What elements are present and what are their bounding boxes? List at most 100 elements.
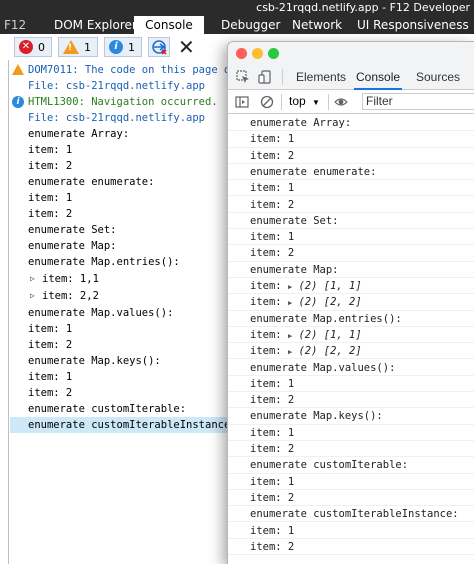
console-message: enumerate Array: [250,117,352,129]
console-array-row[interactable]: item: ▶ (2) [1, 1] [228,327,474,344]
console-message: item: 1 [28,192,73,204]
f12-titlebar: csb-21rqqd.netlify.app - F12 Developer [0,0,474,16]
console-log-row: item: 2 [228,245,474,262]
console-log-row: item: 2 [10,337,230,353]
expand-triangle-icon[interactable]: ▶ [288,283,292,291]
expand-triangle-icon[interactable]: ▷ [30,271,35,287]
console-left-border [8,60,9,564]
console-log-row: enumerate enumerate: [10,174,230,190]
console-array-row[interactable]: item: ▶ (2) [2, 2] [228,294,474,311]
console-message: enumerate customIterableInstance: [28,419,230,431]
console-log-row: enumerate Set: [228,213,474,230]
filter-input[interactable]: Filter [362,93,474,110]
console-message: item: 1 [250,231,295,244]
array-preview[interactable]: item: ▶ (2) [1, 1] [250,280,362,292]
console-message: enumerate customIterable: [250,459,409,472]
console-log-row: item: 1 [10,190,230,206]
array-preview[interactable]: item: ▶ (2) [2, 2] [250,345,362,357]
console-message: enumerate Map: [250,263,339,276]
console-log-row: item: 1 [228,229,474,246]
console-message: enumerate Map: [28,240,117,252]
clear-console-icon[interactable] [260,95,274,109]
console-message: item: 2 [250,491,295,504]
array-value: (2) [2, 2] [298,296,362,309]
console-message: item: 1,1 [42,273,99,285]
console-message: item: 2 [250,247,295,260]
console-log-row: enumerate customIterable: [228,457,474,474]
tab-debugger[interactable]: Debugger [221,16,280,34]
console-message: item: 1 [28,323,73,335]
close-window-button[interactable] [236,48,247,59]
console-message: item: 1 [250,182,295,195]
console-log-row: enumerate Map.keys(): [10,353,230,369]
array-value: (2) [1, 1] [298,280,362,292]
console-selected-row[interactable]: enumerate customIterableInstance: [10,417,230,433]
console-log-row: item: 2 [10,158,230,174]
console-message: item: 2 [28,339,73,351]
console-message: item: 2 [28,160,73,172]
inspect-element-icon[interactable] [236,70,250,84]
tab-ui-responsiveness[interactable]: UI Responsiveness [357,16,469,34]
console-log-row: item: 1 [10,142,230,158]
console-log-row: item: 2 [228,148,474,164]
console-expandable-row[interactable]: ▷ item: 2,2 [10,288,230,304]
console-log-row: enumerate Map.values(): [228,360,474,376]
console-log-row: item: 2 [10,385,230,401]
clear-on-navigate-button[interactable] [148,37,170,57]
f12-window-title: csb-21rqqd.netlify.app - F12 Developer [256,1,470,14]
console-file-link-row[interactable]: File: csb-21rqqd.netlify.app [10,78,230,94]
tab-console[interactable]: Console [134,16,204,34]
console-message: enumerate customIterable: [28,403,187,415]
console-file-link-row[interactable]: File: csb-21rqqd.netlify.app [10,110,230,126]
tab-console[interactable]: Console [354,64,403,90]
device-toolbar-icon[interactable] [258,70,272,84]
console-expandable-row[interactable]: ▷ item: 1,1 [10,271,230,287]
live-expression-eye-icon[interactable] [334,95,348,109]
toolbar-divider [328,94,329,110]
messages-filter-button[interactable]: i 1 [104,37,142,57]
toolbar-divider [282,69,283,85]
errors-filter-button[interactable]: ✕ 0 [14,37,52,57]
tab-sources[interactable]: Sources [416,64,460,90]
console-log-row: item: 1 [228,376,474,393]
console-log-row: item: 1 [228,425,474,441]
console-array-row[interactable]: item: ▶ (2) [1, 1] [228,278,474,295]
console-file-link[interactable]: File: csb-21rqqd.netlify.app [28,78,205,94]
console-log-row: enumerate customIterableInstance: [228,506,474,523]
tab-network[interactable]: Network [292,16,342,34]
console-log-row: item: 1 [228,131,474,148]
minimize-window-button[interactable] [252,48,263,59]
expand-triangle-icon[interactable]: ▶ [288,348,292,356]
array-preview[interactable]: item: ▶ (2) [2, 2] [250,296,362,308]
expand-triangle-icon[interactable]: ▶ [288,299,292,307]
console-log-row: item: 2 [228,539,474,556]
console-file-link[interactable]: File: csb-21rqqd.netlify.app [28,110,205,126]
console-message: item: 2 [28,387,73,399]
console-log-row: enumerate Map.entries(): [10,254,230,270]
console-message: enumerate Set: [28,224,117,236]
console-log-row: item: 2 [228,197,474,213]
console-message: HTML1300: Navigation occurred. [28,96,218,108]
console-message: item: 2 [250,443,295,455]
console-message: item: 2 [250,540,295,553]
console-log-row: item: 1 [228,180,474,197]
expand-triangle-icon[interactable]: ▷ [30,288,35,304]
console-message: enumerate Map.keys(): [250,410,383,423]
chrome-titlebar [228,42,474,64]
expand-triangle-icon[interactable]: ▶ [288,332,292,340]
warnings-filter-button[interactable]: ! 1 [58,37,98,57]
console-message: enumerate enumerate: [28,176,155,188]
context-selector[interactable]: top ▼ [289,94,320,108]
messages-count: 1 [128,40,135,54]
clear-console-icon[interactable]: ✕ [178,36,195,58]
maximize-window-button[interactable] [268,48,279,59]
console-log-row: item: 2 [228,490,474,507]
sidebar-toggle-icon[interactable] [235,95,249,109]
console-message: item: 2 [250,394,295,407]
tab-dom-explorer[interactable]: DOM Explorer [54,16,137,34]
tab-elements[interactable]: Elements [296,64,346,90]
array-preview[interactable]: item: ▶ (2) [1, 1] [250,329,362,341]
array-value: (2) [2, 2] [298,345,362,358]
console-message: item: 2,2 [42,290,99,302]
console-array-row[interactable]: item: ▶ (2) [2, 2] [228,343,474,360]
